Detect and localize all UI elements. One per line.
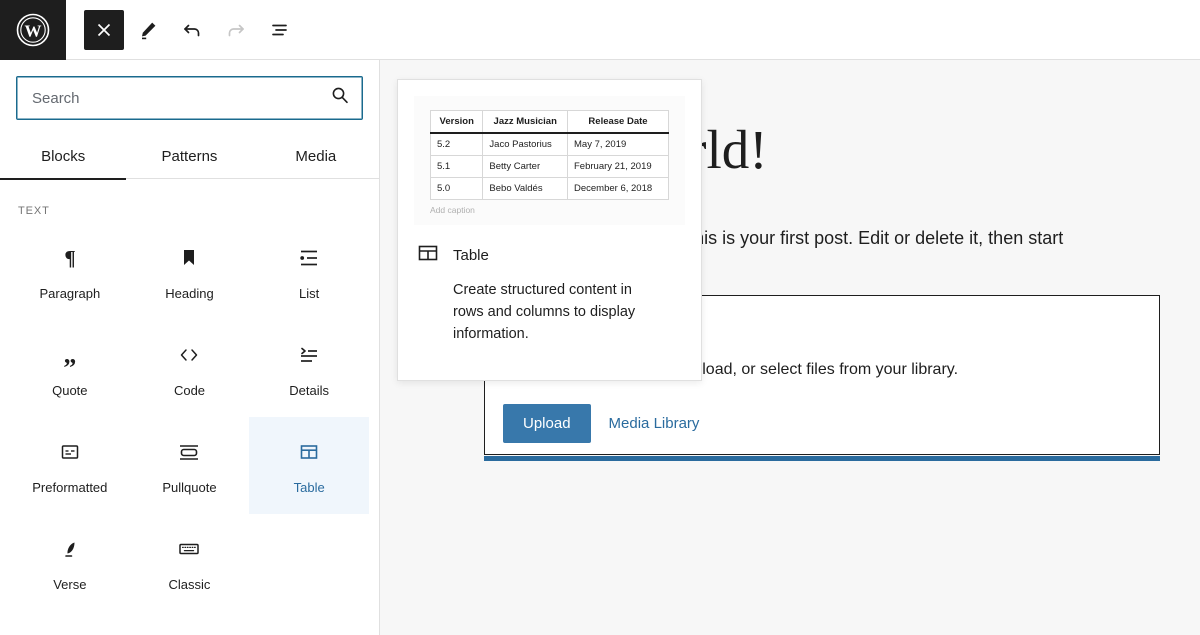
feather-quill-icon [58, 534, 82, 564]
block-item-heading[interactable]: Heading [130, 223, 250, 320]
table-cell: May 7, 2019 [568, 133, 669, 156]
search-field[interactable] [16, 76, 363, 120]
block-item-paragraph[interactable]: ¶ Paragraph [10, 223, 130, 320]
block-label: List [299, 286, 319, 301]
block-label: Pullquote [162, 480, 216, 495]
block-label: Verse [53, 577, 86, 592]
heading-bookmark-icon [177, 243, 201, 273]
upload-button[interactable]: Upload [503, 404, 591, 443]
block-item-preformatted[interactable]: Preformatted [10, 417, 130, 514]
bulleted-list-icon [297, 243, 321, 273]
tab-patterns[interactable]: Patterns [126, 134, 252, 179]
wordpress-logo-icon[interactable]: W [0, 0, 66, 60]
wordpress-block-editor: W [0, 0, 1200, 635]
table-header-row: Version Jazz Musician Release Date [431, 111, 669, 134]
block-item-list[interactable]: List [249, 223, 369, 320]
table-row: 5.1 Betty Carter February 21, 2019 [431, 156, 669, 178]
table-header-cell: Release Date [568, 111, 669, 134]
toolbar-buttons [66, 10, 304, 50]
block-item-classic[interactable]: Classic [130, 514, 250, 611]
details-disclosure-icon [297, 340, 321, 370]
preview-table-body: 5.2 Jaco Pastorius May 7, 2019 5.1 Betty… [431, 133, 669, 200]
media-library-button[interactable]: Media Library [609, 415, 700, 432]
search-container [0, 60, 379, 120]
block-type-grid: ¶ Paragraph Heading [0, 223, 379, 611]
angle-brackets-icon [176, 340, 202, 370]
table-row: 5.2 Jaco Pastorius May 7, 2019 [431, 133, 669, 156]
table-cell: December 6, 2018 [568, 178, 669, 200]
undo-button[interactable] [172, 10, 212, 50]
svg-text:W: W [25, 21, 42, 40]
search-input[interactable] [17, 77, 362, 119]
table-cell: 5.1 [431, 156, 483, 178]
redo-button[interactable] [216, 10, 256, 50]
block-preview-info: Table Create structured content in rows … [398, 225, 701, 345]
block-item-verse[interactable]: Verse [10, 514, 130, 611]
block-inserter-panel: Blocks Patterns Media TEXT ¶ Paragraph [0, 60, 380, 635]
block-item-quote[interactable]: „ Quote [10, 320, 130, 417]
block-item-table[interactable]: Table [249, 417, 369, 514]
tab-media[interactable]: Media [253, 134, 379, 179]
block-preview-pane: Version Jazz Musician Release Date 5.2 J… [414, 96, 685, 225]
block-item-pullquote[interactable]: Pullquote [130, 417, 250, 514]
table-cell: Jaco Pastorius [483, 133, 568, 156]
pullquote-icon [176, 437, 202, 467]
block-label: Details [289, 383, 329, 398]
table-row: 5.0 Bebo Valdés December 6, 2018 [431, 178, 669, 200]
block-item-details[interactable]: Details [249, 320, 369, 417]
inserter-tabs: Blocks Patterns Media [0, 134, 379, 179]
block-label: Preformatted [32, 480, 107, 495]
block-preview-title: Table [453, 247, 489, 264]
table-grid-icon [297, 437, 321, 467]
svg-text:„: „ [63, 343, 76, 367]
table-header-cell: Jazz Musician [483, 111, 568, 134]
close-inserter-button[interactable] [84, 10, 124, 50]
block-label: Table [294, 480, 325, 495]
quotation-marks-icon: „ [58, 340, 82, 370]
block-label: Classic [169, 577, 211, 592]
table-cell: Bebo Valdés [483, 178, 568, 200]
block-label: Paragraph [39, 286, 100, 301]
keyboard-icon [176, 534, 202, 564]
list-view-button[interactable] [260, 10, 300, 50]
table-cell: February 21, 2019 [568, 156, 669, 178]
block-label: Quote [52, 383, 87, 398]
block-preview-popover: Version Jazz Musician Release Date 5.2 J… [397, 79, 702, 381]
preview-table: Version Jazz Musician Release Date 5.2 J… [430, 110, 669, 200]
preview-table-head: Version Jazz Musician Release Date [431, 111, 669, 134]
block-preview-description: Create structured content in rows and co… [416, 280, 656, 345]
tab-blocks[interactable]: Blocks [0, 134, 126, 179]
edit-tool-button[interactable] [128, 10, 168, 50]
media-actions: Upload Media Library [503, 404, 699, 443]
category-label-text: TEXT [0, 179, 379, 223]
block-item-code[interactable]: Code [130, 320, 250, 417]
add-caption-text: Add caption [430, 205, 669, 215]
block-drop-indicator [484, 456, 1160, 461]
preformatted-box-icon [58, 437, 82, 467]
block-label: Heading [165, 286, 213, 301]
svg-text:¶: ¶ [64, 246, 75, 270]
search-magnifier-icon [330, 86, 350, 111]
table-grid-icon [416, 241, 440, 270]
pilcrow-icon: ¶ [58, 243, 82, 273]
table-cell: 5.0 [431, 178, 483, 200]
table-cell: Betty Carter [483, 156, 568, 178]
table-cell: 5.2 [431, 133, 483, 156]
block-preview-header: Table [416, 241, 683, 270]
table-header-cell: Version [431, 111, 483, 134]
block-label: Code [174, 383, 205, 398]
editor-top-toolbar: W [0, 0, 1200, 60]
